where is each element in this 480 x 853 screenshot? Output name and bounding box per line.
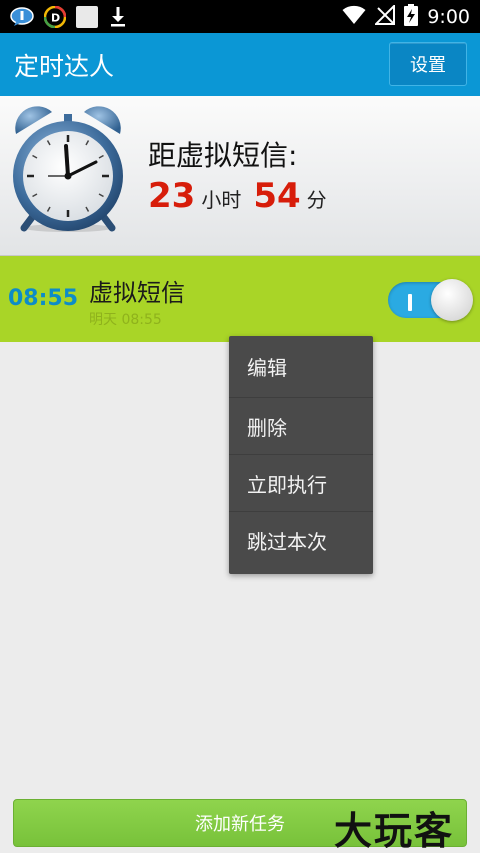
toggle-on-mark: [408, 294, 412, 311]
countdown-hours-unit: 小时: [201, 188, 242, 212]
menu-item-edit[interactable]: 编辑: [229, 336, 373, 398]
message-icon: [10, 6, 34, 27]
app-title: 定时达人: [14, 52, 115, 81]
app-title-bar: 定时达人 设置: [0, 33, 480, 96]
countdown-hours: 23: [148, 176, 196, 216]
alarm-clock-icon: [8, 104, 128, 232]
status-time: 9:00: [427, 5, 470, 28]
status-bar-system: 9:00: [342, 3, 470, 30]
countdown-minutes: 54: [253, 176, 301, 216]
menu-item-delete[interactable]: 删除: [229, 398, 373, 455]
task-next-run: 明天 08:55: [89, 312, 162, 328]
countdown-card: 距虚拟短信: 23 小时 54 分: [0, 96, 480, 256]
menu-item-skip-once[interactable]: 跳过本次: [229, 512, 373, 569]
no-signal-icon: [373, 3, 396, 29]
task-name: 虚拟短信: [89, 279, 185, 307]
battery-charging-icon: [404, 3, 419, 30]
task-enable-toggle[interactable]: [386, 279, 473, 321]
countdown-value: 23 小时 54 分: [148, 176, 333, 216]
d-app-icon: D: [43, 5, 67, 28]
settings-button[interactable]: 设置: [389, 42, 467, 86]
download-icon: [108, 6, 128, 28]
status-bar: D 9:00: [0, 0, 480, 33]
countdown-minutes-unit: 分: [306, 188, 327, 212]
task-time: 08:55: [8, 286, 79, 311]
svg-text:D: D: [51, 11, 60, 24]
status-bar-notifications: D: [10, 5, 128, 28]
menu-item-run-now[interactable]: 立即执行: [229, 455, 373, 512]
countdown-label: 距虚拟短信:: [148, 139, 298, 172]
task-context-menu: 编辑 删除 立即执行 跳过本次: [229, 336, 373, 574]
blank-app-icon: [76, 5, 98, 28]
wifi-icon: [342, 5, 366, 29]
toggle-knob: [431, 279, 473, 321]
watermark-logo: 大玩客: [334, 809, 455, 853]
